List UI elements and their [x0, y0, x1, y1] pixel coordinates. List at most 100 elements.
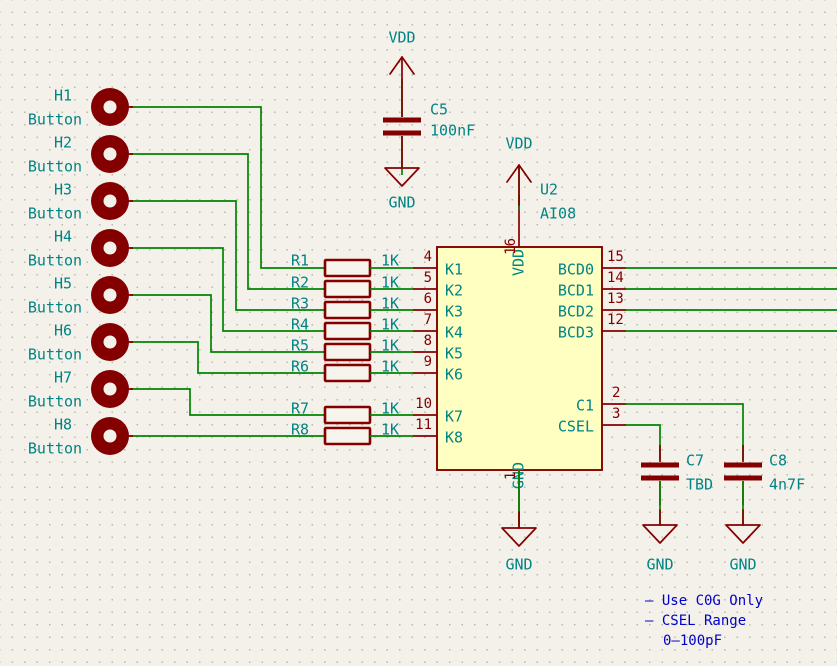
capacitor-value-c5: 100nF — [430, 122, 475, 140]
button-wires — [130, 106, 325, 437]
note-line-1: – Use C0G Only — [645, 593, 763, 609]
resistor-value-r1: 1K — [381, 252, 399, 270]
ic-pinnum-2: 2 — [612, 385, 620, 401]
button-ref-h6: H6 — [54, 322, 72, 340]
power-label-gnd-u2: GND — [505, 556, 532, 574]
button-value-h2: Button — [28, 158, 82, 176]
button-value-h8: Button — [28, 440, 82, 458]
resistor-value-r3: 1K — [381, 295, 399, 313]
ic-pinnum-13: 13 — [607, 291, 624, 307]
button-symbol-h7[interactable] — [91, 370, 129, 408]
resistor-value-r8: 1K — [381, 421, 399, 439]
ic-pinname-bcd1: BCD1 — [558, 282, 594, 300]
resistor-ref-r7: R7 — [291, 400, 309, 418]
ic-pinname-bcd0: BCD0 — [558, 261, 594, 279]
button-symbol-h1[interactable] — [91, 88, 129, 126]
note-line-2: – CSEL Range — [645, 613, 746, 629]
ic-pinnum-14: 14 — [607, 270, 624, 286]
ic-pinname-k8: K8 — [445, 429, 463, 447]
button-value-h7: Button — [28, 393, 82, 411]
ic-pinname-bcd2: BCD2 — [558, 303, 594, 321]
resistor-symbol-r1[interactable] — [323, 258, 372, 278]
capacitor-ref-c8: C8 — [769, 452, 787, 470]
button-symbol-h4[interactable] — [91, 229, 129, 267]
resistor-ref-r5: R5 — [291, 337, 309, 355]
power-symbol-gnd-c8[interactable] — [725, 481, 761, 544]
resistor-symbol-r8[interactable] — [323, 426, 372, 446]
ic-pinnum-12: 12 — [607, 312, 624, 328]
ic-pinname-c1: C1 — [576, 397, 594, 415]
button-symbol-h6[interactable] — [91, 323, 129, 361]
resistor-ref-r2: R2 — [291, 274, 309, 292]
resistor-symbol-r4[interactable] — [323, 321, 372, 341]
ic-pinnum-1: 1 — [503, 472, 519, 480]
schematic-canvas[interactable]: H1 Button H2 Button H3 Button H4 Button … — [0, 0, 837, 666]
resistor-ref-r6: R6 — [291, 358, 309, 376]
button-value-h6: Button — [28, 346, 82, 364]
resistor-ref-r3: R3 — [291, 295, 309, 313]
button-symbol-h5[interactable] — [91, 276, 129, 314]
resistor-value-r5: 1K — [381, 337, 399, 355]
resistor-value-r7: 1K — [381, 400, 399, 418]
csel-cap-wiring — [626, 403, 744, 460]
resistor-ref-r8: R8 — [291, 421, 309, 439]
resistor-ref-r1: R1 — [291, 252, 309, 270]
button-value-h1: Button — [28, 111, 82, 129]
ic-pinnum-9: 9 — [424, 354, 432, 370]
resistor-value-r2: 1K — [381, 274, 399, 292]
ic-pinnum-15: 15 — [607, 249, 624, 265]
ic-pinnum-4: 4 — [424, 249, 432, 265]
ic-pinnum-5: 5 — [424, 270, 432, 286]
bcd-output-wires — [626, 267, 837, 332]
capacitor-value-c8: 4n7F — [769, 476, 805, 494]
power-symbol-gnd-c7[interactable] — [642, 481, 678, 544]
resistor-symbol-r3[interactable] — [323, 300, 372, 320]
button-symbol-h2[interactable] — [91, 135, 129, 173]
ic-pinname-k2: K2 — [445, 282, 463, 300]
button-value-h4: Button — [28, 252, 82, 270]
capacitor-ref-c5: C5 — [430, 101, 448, 119]
ic-value-u2: AI08 — [540, 205, 576, 223]
ic-pinname-k4: K4 — [445, 324, 463, 342]
ic-pinnum-16: 16 — [503, 238, 519, 255]
power-label-gnd-c5: GND — [388, 194, 415, 212]
button-ref-h2: H2 — [54, 134, 72, 152]
resistor-symbol-r6[interactable] — [323, 363, 372, 383]
power-symbol-vdd-c5[interactable] — [389, 56, 415, 97]
ic-pinnum-6: 6 — [424, 291, 432, 307]
ic-pinname-k1: K1 — [445, 261, 463, 279]
button-ref-h7: H7 — [54, 369, 72, 387]
resistor-value-r4: 1K — [381, 316, 399, 334]
schematic-drawing: H1 Button H2 Button H3 Button H4 Button … — [28, 29, 837, 649]
capacitor-value-c7: TBD — [686, 476, 713, 494]
power-label-gnd-c7: GND — [646, 556, 673, 574]
ic-pinname-bcd3: BCD3 — [558, 324, 594, 342]
button-ref-h5: H5 — [54, 275, 72, 293]
button-symbol-h3[interactable] — [91, 182, 129, 220]
ic-pinnum-3: 3 — [612, 406, 620, 422]
ic-ref-u2: U2 — [540, 181, 558, 199]
ic-pinname-k6: K6 — [445, 366, 463, 384]
ic-pinnum-11: 11 — [415, 417, 432, 433]
resistor-ref-r4: R4 — [291, 316, 309, 334]
power-symbol-vdd-u2[interactable] — [506, 164, 532, 210]
button-ref-h4: H4 — [54, 228, 72, 246]
resistor-symbol-r7[interactable] — [323, 405, 372, 425]
ic-pinnum-8: 8 — [424, 333, 432, 349]
capacitor-ref-c7: C7 — [686, 452, 704, 470]
resistor-value-r6: 1K — [381, 358, 399, 376]
button-value-h3: Button — [28, 205, 82, 223]
button-ref-h1: H1 — [54, 87, 72, 105]
resistor-symbol-r5[interactable] — [323, 342, 372, 362]
ic-pinnum-7: 7 — [424, 312, 432, 328]
power-label-vdd-u2: VDD — [505, 135, 532, 153]
ic-pinnum-10: 10 — [415, 396, 432, 412]
power-label-vdd-c5: VDD — [388, 29, 415, 47]
ic-pinname-k5: K5 — [445, 345, 463, 363]
button-symbol-h8[interactable] — [91, 417, 129, 455]
resistor-symbol-r2[interactable] — [323, 279, 372, 299]
button-ref-h8: H8 — [54, 416, 72, 434]
button-ref-h3: H3 — [54, 181, 72, 199]
ic-pinname-k3: K3 — [445, 303, 463, 321]
power-symbol-gnd-u2[interactable] — [501, 470, 537, 547]
